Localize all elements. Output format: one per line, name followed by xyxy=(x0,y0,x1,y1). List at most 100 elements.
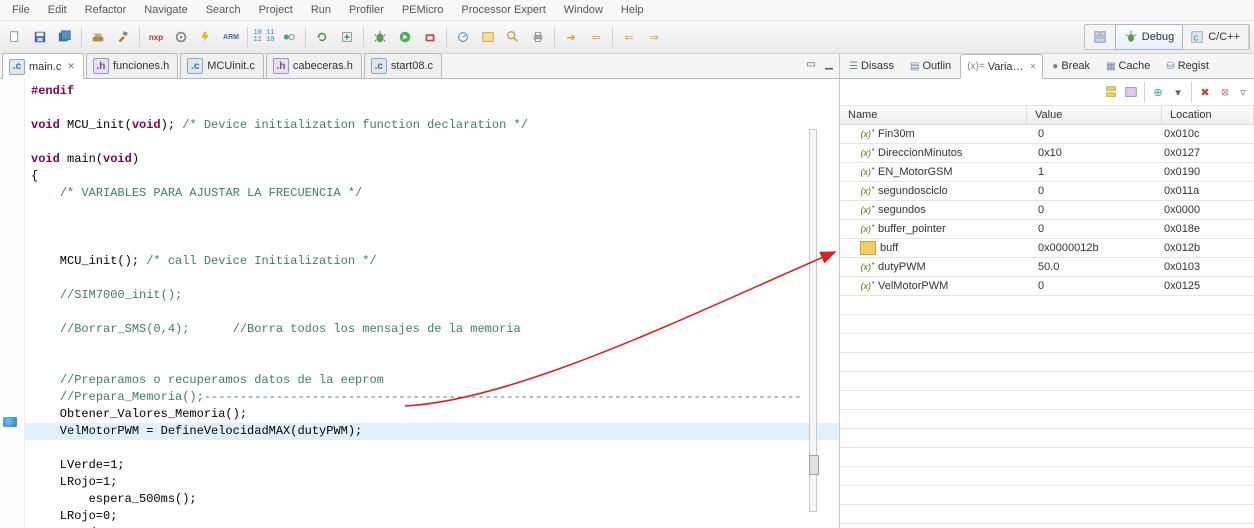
code-line[interactable]: //Prepara_Memoria();--------------------… xyxy=(25,389,839,406)
forward-icon[interactable]: ⇒ xyxy=(643,26,665,48)
gear-icon[interactable] xyxy=(170,26,192,48)
col-name[interactable]: Name xyxy=(840,106,1027,124)
view-tab-cache[interactable]: ▦Cache xyxy=(1099,54,1157,78)
remove-icon[interactable]: ✖ xyxy=(1196,83,1214,101)
view-tab-varia[interactable]: (x)=Varia…✕ xyxy=(960,54,1043,79)
code-line[interactable]: { xyxy=(25,168,839,185)
code-line[interactable]: MCU_init(); /* call Device Initializatio… xyxy=(25,253,839,270)
code-line[interactable] xyxy=(25,100,839,117)
variable-row[interactable]: buff0x0000012b0x012b xyxy=(840,239,1254,258)
variable-row[interactable]: VelMotorPWM00x0125 xyxy=(840,277,1254,296)
menu-run[interactable]: Run xyxy=(303,2,339,18)
menu-file[interactable]: File xyxy=(4,2,38,18)
code-line[interactable] xyxy=(25,236,839,253)
refresh-icon[interactable] xyxy=(311,26,333,48)
tab-cabeceras-h[interactable]: .hcabeceras.h xyxy=(266,53,362,78)
binary-icon[interactable]: 10 1111 10 xyxy=(253,26,275,48)
tab-start08-c[interactable]: .cstart08.c xyxy=(364,53,442,78)
close-icon[interactable]: ✕ xyxy=(1030,62,1037,71)
collapse-all-icon[interactable] xyxy=(1102,83,1120,101)
view-tab-disass[interactable]: ☰Disass xyxy=(842,54,901,78)
perspective-debug[interactable]: Debug xyxy=(1115,24,1183,50)
variable-row[interactable]: EN_MotorGSM10x0190 xyxy=(840,163,1254,182)
tab-main-c[interactable]: .cmain.c✕ xyxy=(2,53,84,79)
code-line[interactable]: LRojo=1; xyxy=(25,474,839,491)
code-line[interactable]: //Borrar_SMS(0,4); //Borra todos los men… xyxy=(25,321,839,338)
next-annotation-icon[interactable]: ➔ xyxy=(560,26,582,48)
code-line[interactable]: espera_500ms(); xyxy=(25,491,839,508)
variable-row[interactable]: Fin30m00x010c xyxy=(840,125,1254,144)
run-icon[interactable] xyxy=(394,26,416,48)
external-tools-icon[interactable] xyxy=(419,26,441,48)
save-all-icon[interactable] xyxy=(54,26,76,48)
code-line[interactable] xyxy=(25,440,839,457)
code-line[interactable]: /* VARIABLES PARA AJUSTAR LA FRECUENCIA … xyxy=(25,185,839,202)
show-type-icon[interactable] xyxy=(1122,83,1140,101)
menu-window[interactable]: Window xyxy=(556,2,611,18)
print-icon[interactable] xyxy=(527,26,549,48)
build-icon[interactable] xyxy=(87,26,109,48)
save-icon[interactable] xyxy=(29,26,51,48)
prev-annotation-icon[interactable]: ⇦ xyxy=(585,26,607,48)
col-location[interactable]: Location xyxy=(1162,106,1254,124)
profile-icon[interactable] xyxy=(452,26,474,48)
code-line[interactable]: VelMotorPWM = DefineVelocidadMAX(dutyPWM… xyxy=(25,423,839,440)
menu-pemicro[interactable]: PEMicro xyxy=(394,2,452,18)
view-tab-regist[interactable]: ⛁Regist xyxy=(1159,54,1216,78)
menu-profiler[interactable]: Profiler xyxy=(341,2,392,18)
col-value[interactable]: Value xyxy=(1027,106,1162,124)
view-tab-break[interactable]: ●Break xyxy=(1045,54,1097,78)
code-line[interactable]: LVerde=1; xyxy=(25,457,839,474)
code-editor[interactable]: #endif void MCU_init(void); /* Device ini… xyxy=(0,79,839,528)
menu-search[interactable]: Search xyxy=(198,2,249,18)
perspective-cpp[interactable]: C C/C++ xyxy=(1182,25,1249,49)
view-menu-icon[interactable]: ▿ xyxy=(1236,83,1250,101)
variable-row[interactable]: segundos00x0000 xyxy=(840,201,1254,220)
code-line[interactable] xyxy=(25,202,839,219)
code-line[interactable]: void MCU_init(void); /* Device initializ… xyxy=(25,117,839,134)
variable-row[interactable]: DireccionMinutos0x100x0127 xyxy=(840,144,1254,163)
code-line[interactable]: #endif xyxy=(25,83,839,100)
flash-icon[interactable] xyxy=(195,26,217,48)
code-line[interactable] xyxy=(25,338,839,355)
close-icon[interactable]: ✕ xyxy=(67,61,75,72)
scroll-thumb[interactable] xyxy=(809,455,819,475)
menu-processor expert[interactable]: Processor Expert xyxy=(453,2,553,18)
variable-row[interactable]: dutyPWM50.00x0103 xyxy=(840,258,1254,277)
code-line[interactable]: //SIM7000_init(); xyxy=(25,287,839,304)
menu-help[interactable]: Help xyxy=(613,2,652,18)
view-tab-outlin[interactable]: ▤Outlin xyxy=(903,54,958,78)
toggle-icon[interactable] xyxy=(278,26,300,48)
tab-funciones-h[interactable]: .hfunciones.h xyxy=(86,53,178,78)
code-line[interactable]: Obtener_Valores_Memoria(); xyxy=(25,406,839,423)
menu-icon[interactable]: ▾ xyxy=(1169,83,1187,101)
chip-icon[interactable]: ARM xyxy=(220,26,242,48)
hammer-icon[interactable] xyxy=(112,26,134,48)
code-line[interactable]: void main(void) xyxy=(25,151,839,168)
new-icon[interactable] xyxy=(4,26,26,48)
overview-ruler[interactable] xyxy=(809,129,817,512)
remove-all-icon[interactable]: ⦻ xyxy=(1216,83,1234,101)
code-line[interactable] xyxy=(25,270,839,287)
code-line[interactable] xyxy=(25,355,839,372)
menu-edit[interactable]: Edit xyxy=(40,2,75,18)
open-perspective-button[interactable] xyxy=(1085,25,1116,49)
code-line[interactable]: LRojo=0; xyxy=(25,508,839,525)
breakpoint-marker-icon[interactable] xyxy=(3,417,17,427)
code-line[interactable] xyxy=(25,134,839,151)
update-icon[interactable] xyxy=(336,26,358,48)
minimize-icon[interactable]: ▁ xyxy=(821,56,837,72)
variable-row[interactable]: buffer_pointer00x018e xyxy=(840,220,1254,239)
back-icon[interactable]: ⇐ xyxy=(618,26,640,48)
menu-refactor[interactable]: Refactor xyxy=(77,2,135,18)
open-type-icon[interactable] xyxy=(477,26,499,48)
cpu-nxp-icon[interactable]: nxp xyxy=(145,26,167,48)
tab-MCUinit-c[interactable]: .cMCUinit.c xyxy=(180,53,264,78)
debug-icon[interactable] xyxy=(369,26,391,48)
maximize-icon[interactable]: ▭ xyxy=(803,56,819,72)
code-line[interactable] xyxy=(25,304,839,321)
variable-row[interactable]: segundosciclo00x011a xyxy=(840,182,1254,201)
menu-navigate[interactable]: Navigate xyxy=(136,2,195,18)
code-line[interactable]: //Preparamos o recuperamos datos de la e… xyxy=(25,372,839,389)
code-body[interactable]: #endif void MCU_init(void); /* Device ini… xyxy=(25,79,839,528)
